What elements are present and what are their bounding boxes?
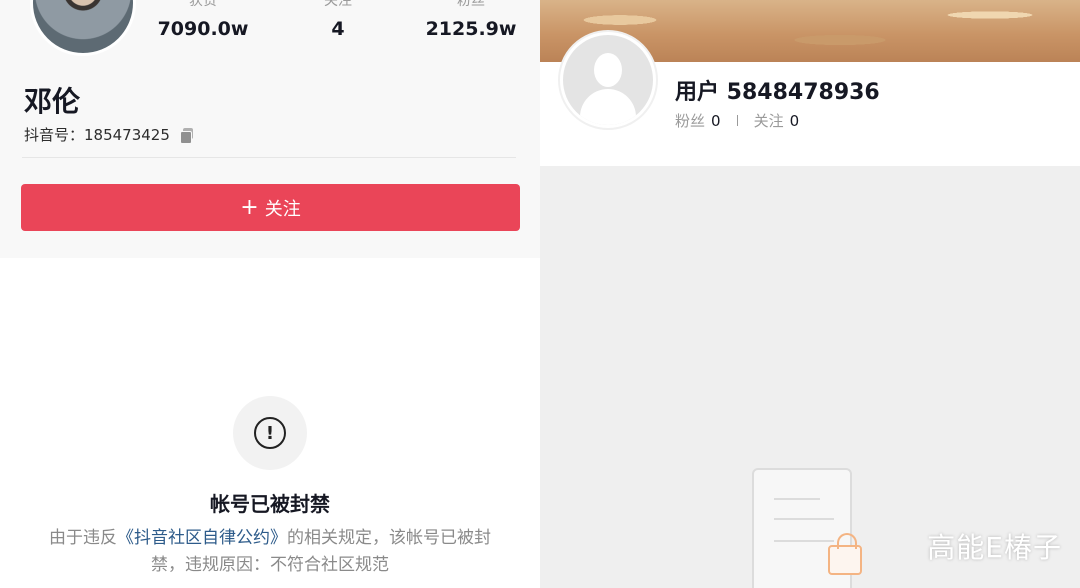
default-user-panel: 用户 5848478936 粉丝 0 关注 0 高能E椿子 <box>540 0 1080 588</box>
follow-button[interactable]: + 关注 <box>21 184 520 231</box>
ban-desc-prefix: 由于违反 <box>49 528 117 548</box>
screen: 获赞 7090.0w 关注 4 粉丝 2125.9w 邓伦 抖音号：185473… <box>0 0 1080 588</box>
lock-icon <box>828 533 862 575</box>
following-label: 关注 <box>753 112 784 130</box>
profile-header: 获赞 7090.0w 关注 4 粉丝 2125.9w 邓伦 抖音号：185473… <box>0 0 540 258</box>
plus-icon: + <box>240 194 259 220</box>
follow-stats: 粉丝 0 关注 0 <box>675 110 799 131</box>
stat-value: 7090.0w <box>157 18 249 40</box>
avatar-placeholder-icon <box>563 35 653 125</box>
stat-value: 4 <box>331 18 345 40</box>
stat-likes: 获赞 7090.0w <box>148 0 258 40</box>
follow-button-label: 关注 <box>264 198 301 220</box>
profile-stats: 获赞 7090.0w 关注 4 粉丝 2125.9w <box>150 0 530 44</box>
profile-name: 邓伦 <box>24 85 81 118</box>
stat-followers[interactable]: 粉丝 2125.9w <box>416 0 526 40</box>
stat-label: 关注 <box>324 0 352 9</box>
stat-value: 2125.9w <box>425 18 517 40</box>
stat-label: 粉丝 <box>457 0 485 9</box>
watermark: 高能E椿子 <box>927 531 1062 564</box>
username: 用户 5848478936 <box>675 80 880 105</box>
douyin-id-text: 抖音号：185473425 <box>24 126 170 144</box>
fans-value: 0 <box>711 111 721 130</box>
profile-avatar[interactable] <box>30 0 136 56</box>
default-avatar[interactable] <box>558 30 658 130</box>
stat-label: 获赞 <box>189 0 217 9</box>
ban-title: 帐号已被封禁 <box>210 492 330 516</box>
following-value: 0 <box>789 111 800 130</box>
stat-following[interactable]: 关注 4 <box>283 0 393 40</box>
ban-description: 由于违反《抖音社区自律公约》的相关规定，该帐号已被封禁，违规原因：不符合社区规范 <box>40 525 500 579</box>
douyin-id-row: 抖音号：185473425 <box>24 124 194 145</box>
separator <box>736 115 738 126</box>
ban-notice-icon-wrap: ! <box>233 396 307 470</box>
divider <box>22 157 516 158</box>
banned-profile-panel: 获赞 7090.0w 关注 4 粉丝 2125.9w 邓伦 抖音号：185473… <box>0 0 540 588</box>
copy-icon[interactable] <box>179 127 194 144</box>
community-convention-link[interactable]: 《抖音社区自律公约》 <box>117 528 287 548</box>
exclamation-icon: ! <box>254 417 286 449</box>
fans-label: 粉丝 <box>675 112 706 130</box>
